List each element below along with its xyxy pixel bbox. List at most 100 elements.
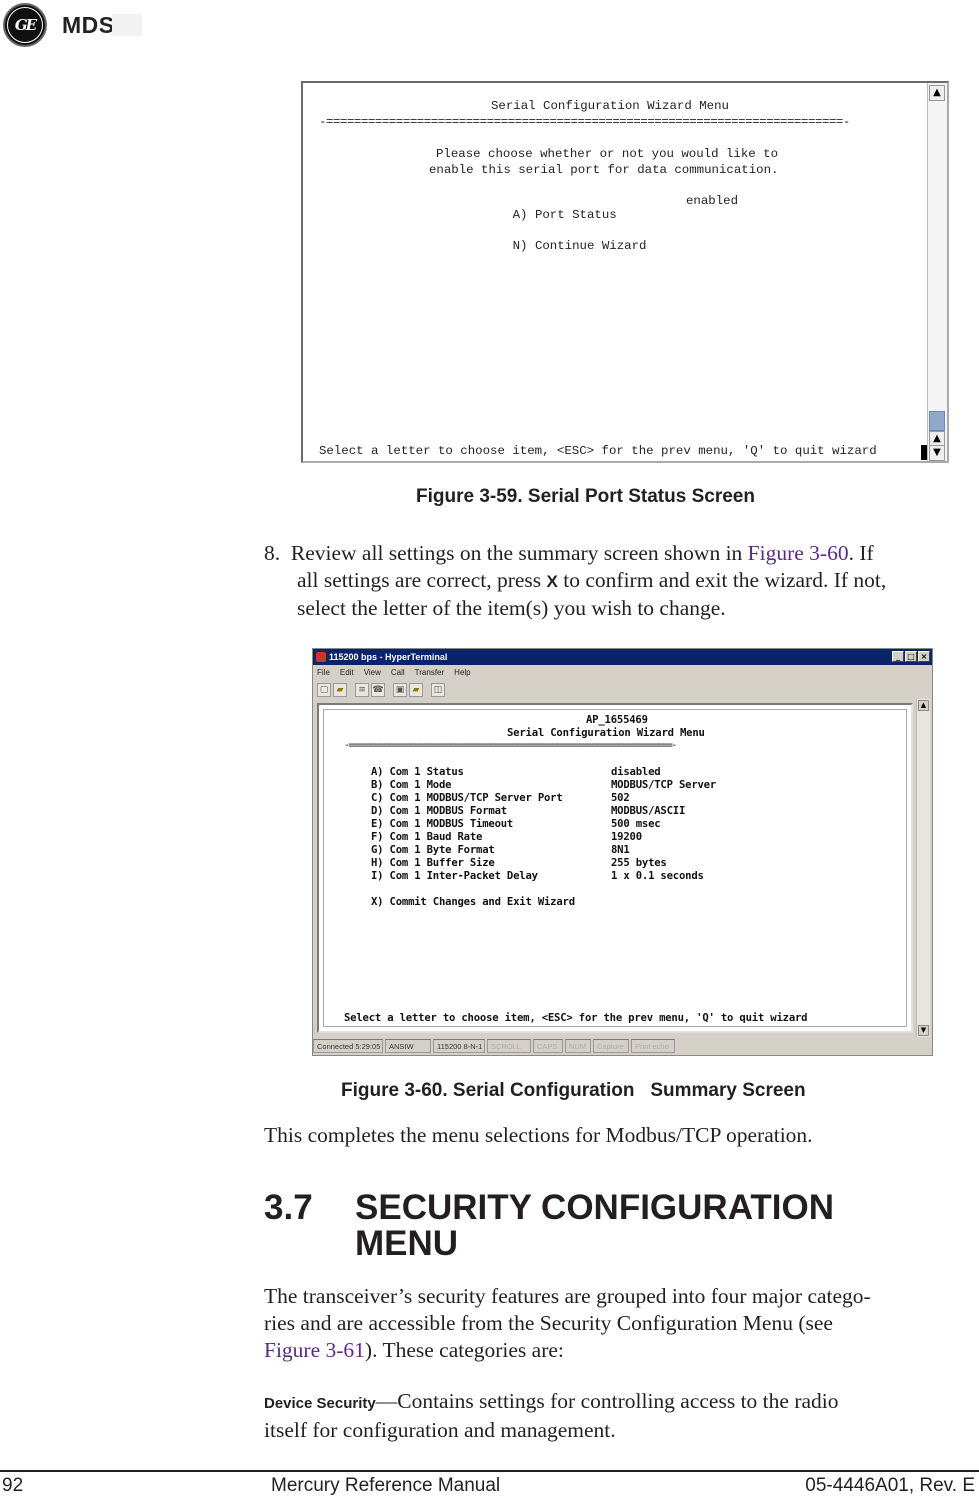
- menu-bar: File Edit View Call Transfer Help: [317, 666, 471, 680]
- menu-item-key: B): [371, 779, 384, 791]
- menu-item-key: X): [371, 896, 384, 908]
- status-caps: CAPS: [533, 1039, 563, 1053]
- maximize-icon[interactable]: □: [905, 651, 917, 662]
- section-number: 3.7: [264, 1188, 313, 1227]
- terminal-footer-hint: Select a letter to choose item, <ESC> fo…: [319, 444, 877, 458]
- status-bar: Connected 5:29:05 ANSIW 115200 8-N-1 SCR…: [313, 1039, 932, 1055]
- paragraph: This completes the menu selections for M…: [264, 1123, 813, 1147]
- section-title-line2: MENU: [355, 1224, 459, 1263]
- menu-item-key: C): [371, 792, 384, 804]
- disconnect-icon[interactable]: ≡: [355, 683, 369, 697]
- properties-icon[interactable]: ☎: [371, 683, 385, 697]
- menu-item-com1-mode[interactable]: B) Com 1 Mode: [371, 779, 452, 791]
- menu-item-key: A): [512, 208, 528, 222]
- footer-rule: [0, 1470, 979, 1472]
- menu-item-label: Com 1 Mode: [389, 779, 452, 791]
- menu-item-label: Com 1 Buffer Size: [389, 857, 495, 869]
- minimize-icon[interactable]: _: [892, 651, 904, 662]
- doc-number: 05-4446A01, Rev. E: [805, 1475, 975, 1496]
- terminal-prompt-line2: enable this serial port for data communi…: [429, 163, 779, 177]
- logo-background: [112, 14, 142, 36]
- menu-view[interactable]: View: [364, 666, 381, 680]
- figure-caption: Figure 3-60. Serial Configuration Summar…: [341, 1080, 806, 1101]
- intro-paragraph: The transceiver’s security features are …: [264, 1283, 979, 1364]
- receive-icon[interactable]: ▰: [409, 683, 423, 697]
- step-text: to confirm and exit the wizard. If not,: [557, 568, 887, 592]
- status-capture: Capture: [593, 1039, 629, 1053]
- menu-item-label: Com 1 Byte Format: [389, 844, 495, 856]
- menu-item-inter-packet-delay[interactable]: I) Com 1 Inter-Packet Delay: [371, 870, 538, 882]
- intro-line: ries and are accessible from the Securit…: [264, 1311, 833, 1335]
- menu-call[interactable]: Call: [391, 666, 405, 680]
- menu-edit[interactable]: Edit: [340, 666, 354, 680]
- menu-item-value: 502: [611, 792, 630, 804]
- send-icon[interactable]: ▣: [393, 683, 407, 697]
- scroll-up-arrow-icon[interactable]: ▲: [929, 85, 945, 101]
- device-security-line2: itself for configuration and management.: [264, 1418, 616, 1442]
- scrollbar-thumb[interactable]: [929, 411, 945, 431]
- terminal-screen: Serial Configuration Wizard Menu -======…: [303, 83, 929, 461]
- menu-item-value: 500 msec: [611, 818, 661, 830]
- status-print-echo: Print echo: [631, 1039, 675, 1053]
- status-emulation: ANSIW: [385, 1039, 431, 1053]
- device-security-line1: Device Security—Contains settings for co…: [264, 1388, 979, 1417]
- vertical-scrollbar[interactable]: ▲ ▲ ▼: [927, 83, 947, 461]
- menu-item-server-port[interactable]: C) Com 1 MODBUS/TCP Server Port: [371, 792, 563, 804]
- step-8-line2: all settings are correct, press X to con…: [264, 567, 979, 595]
- status-scroll: SCROLL: [487, 1039, 531, 1053]
- menu-item-label: Com 1 Status: [389, 766, 464, 778]
- intro-text: ). These categories are:: [364, 1338, 564, 1362]
- menu-item-value: 8N1: [611, 844, 630, 856]
- menu-item-modbus-timeout[interactable]: E) Com 1 MODBUS Timeout: [371, 818, 513, 830]
- menu-item-modbus-format[interactable]: D) Com 1 MODBUS Format: [371, 805, 507, 817]
- terminal-rule: -=======================================…: [319, 115, 850, 129]
- open-icon[interactable]: ▰: [333, 683, 347, 697]
- menu-transfer[interactable]: Transfer: [415, 666, 445, 680]
- scroll-up-arrow-icon[interactable]: ▲: [918, 700, 929, 711]
- section-title-line1: SECURITY CONFIGURATION: [355, 1188, 834, 1227]
- close-icon[interactable]: ×: [918, 651, 930, 662]
- menu-item-key: F): [371, 831, 384, 843]
- status-port-settings: 115200 8-N-1: [433, 1039, 485, 1053]
- menu-item-label: Port Status: [534, 208, 617, 222]
- intro-line: Figure 3-61). These categories are:: [264, 1337, 979, 1364]
- run-in-term: Device Security: [264, 1395, 376, 1412]
- terminal-rule: -=======================================…: [344, 740, 677, 751]
- terminal-title: Serial Configuration Wizard Menu: [507, 727, 705, 739]
- menu-item-key: D): [371, 805, 384, 817]
- serial-port-status-terminal: Serial Configuration Wizard Menu -======…: [301, 81, 949, 463]
- scroll-down-arrow-icon[interactable]: ▼: [918, 1025, 929, 1036]
- menu-help[interactable]: Help: [454, 666, 470, 680]
- window-titlebar[interactable]: 115200 bps - HyperTerminal _ □ ×: [313, 649, 932, 665]
- status-num: NUM: [565, 1039, 591, 1053]
- menu-item-baud-rate[interactable]: F) Com 1 Baud Rate: [371, 831, 482, 843]
- menu-item-com1-status[interactable]: A) Com 1 Status: [371, 766, 464, 778]
- menu-item-label: Commit Changes and Exit Wizard: [389, 896, 576, 908]
- new-icon[interactable]: ▢: [317, 683, 331, 697]
- step-8: 8. Review all settings on the summary sc…: [264, 540, 979, 622]
- menu-item-value: MODBUS/TCP Server: [611, 779, 717, 791]
- ge-logo-icon: GE: [3, 3, 47, 47]
- menu-file[interactable]: File: [317, 666, 330, 680]
- window-title: 115200 bps - HyperTerminal: [329, 652, 448, 662]
- section-title: SECURITY CONFIGURATION MENU: [355, 1190, 834, 1262]
- menu-item-continue-wizard[interactable]: N) Continue Wizard: [468, 225, 647, 267]
- device-security-paragraph: Device Security—Contains settings for co…: [264, 1388, 979, 1444]
- step-number: 8.: [264, 541, 281, 565]
- settings-icon[interactable]: ◫: [431, 683, 445, 697]
- menu-item-label: Com 1 MODBUS Format: [389, 805, 508, 817]
- figure-link[interactable]: Figure 3-60: [748, 541, 849, 565]
- toolbar: ▢ ▰ ≡ ☎ ▣ ▰ ◫: [317, 681, 445, 699]
- step-text: all settings are correct, press: [297, 568, 547, 592]
- terminal-screen: AP_1655469 Serial Configuration Wizard M…: [317, 703, 913, 1033]
- menu-item-buffer-size[interactable]: H) Com 1 Buffer Size: [371, 857, 495, 869]
- menu-item-label: Com 1 Baud Rate: [389, 831, 483, 843]
- vertical-scrollbar[interactable]: ▲ ▼: [916, 699, 930, 1037]
- terminal-title: Serial Configuration Wizard Menu: [491, 99, 729, 113]
- menu-item-value: disabled: [611, 766, 661, 778]
- menu-item-key: G): [371, 844, 384, 856]
- menu-item-commit-exit[interactable]: X) Commit Changes and Exit Wizard: [371, 896, 575, 908]
- scroll-down-arrow-icon[interactable]: ▼: [929, 445, 945, 461]
- figure-link[interactable]: Figure 3-61: [264, 1338, 365, 1362]
- menu-item-byte-format[interactable]: G) Com 1 Byte Format: [371, 844, 495, 856]
